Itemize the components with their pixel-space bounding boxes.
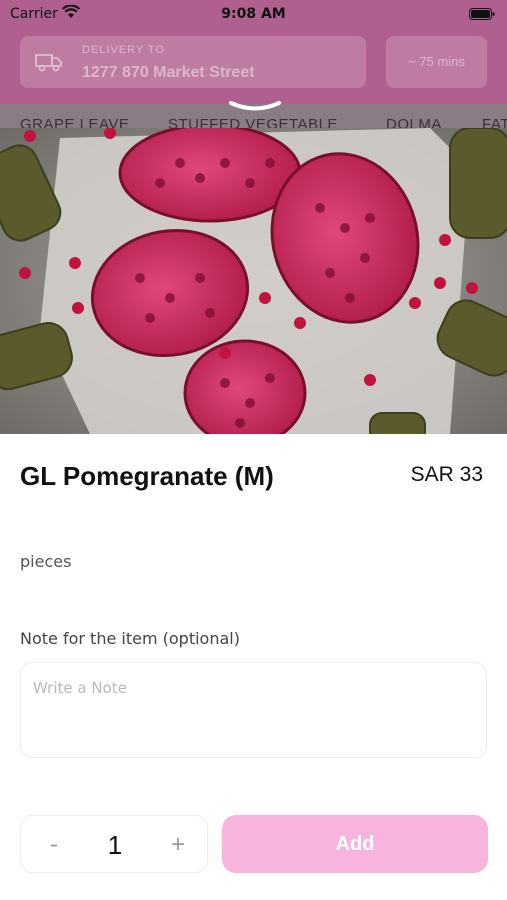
item-photo (0, 128, 507, 434)
eta-badge: ~ 75 mins (386, 36, 487, 88)
status-bar: Carrier 9:08 AM (0, 0, 507, 28)
delivery-label: DELIVERY TO (82, 44, 165, 56)
quantity-value: 1 (107, 830, 123, 860)
eta-text: ~ 75 mins (408, 54, 465, 69)
pomegranate-photo-icon (0, 128, 507, 434)
item-price: SAR 33 (410, 463, 483, 486)
quantity-stepper: - 1 + (20, 815, 208, 873)
delivery-address: 1277 870 Market Street (82, 64, 255, 81)
item-description: pieces (20, 552, 72, 571)
note-input[interactable] (20, 662, 487, 758)
decrease-quantity-button[interactable]: - (39, 830, 69, 860)
status-time: 9:08 AM (221, 6, 286, 22)
note-label: Note for the item (optional) (20, 629, 240, 648)
dismiss-chevron-icon[interactable] (227, 100, 283, 114)
add-to-cart-button[interactable]: Add (222, 815, 488, 873)
increase-quantity-button[interactable]: + (163, 830, 193, 860)
delivery-location-button[interactable]: DELIVERY TO 1277 870 Market Street (20, 36, 366, 88)
delivery-truck-icon (35, 54, 62, 72)
background-app-header: Carrier 9:08 AM DELIVERY TO 1277 870 Mar… (0, 0, 507, 130)
battery-icon (469, 8, 495, 20)
item-title: GL Pomegranate (M) (20, 461, 274, 491)
